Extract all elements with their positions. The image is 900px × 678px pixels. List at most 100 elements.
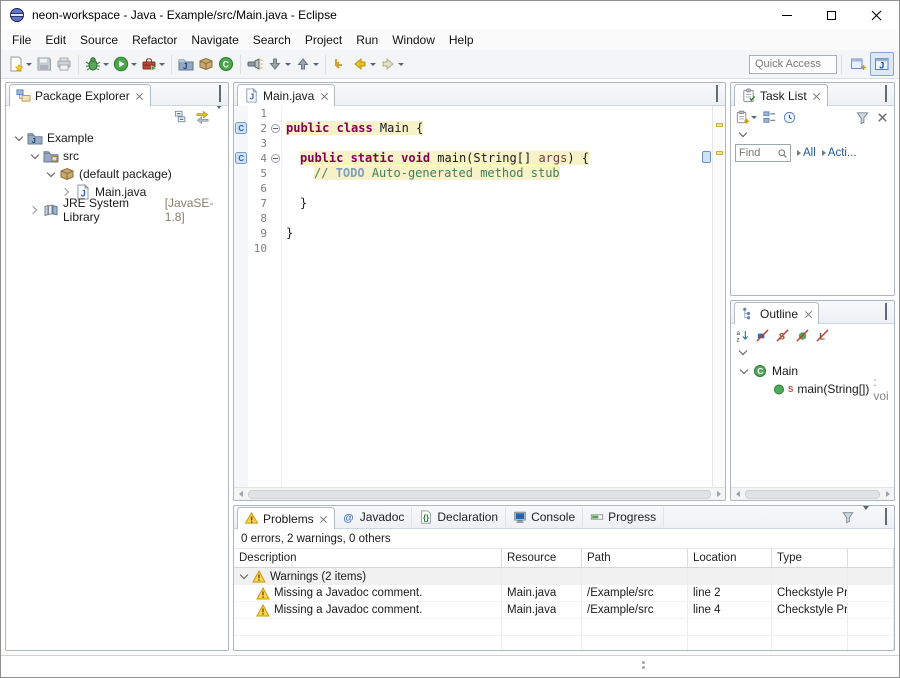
annotation-ruler[interactable]: C C [234,106,248,487]
new-java-project-button[interactable]: J [176,52,196,76]
code-line[interactable] [286,211,712,226]
java-perspective-button[interactable]: J [870,52,894,76]
task-list-tab[interactable]: Task List [734,84,828,106]
menu-project[interactable]: Project [298,31,349,49]
open-perspective-button[interactable] [846,52,870,76]
scroll-left-arrow[interactable] [234,488,247,500]
previous-annotation-button[interactable] [293,52,321,76]
new-java-package-button[interactable] [196,52,216,76]
checkstyle-warning-marker-icon[interactable]: C [235,152,247,164]
menu-source[interactable]: Source [73,31,125,49]
scroll-left-arrow[interactable] [731,488,744,500]
tab-javadoc[interactable]: @ Javadoc [335,507,413,527]
find-box[interactable] [735,144,791,162]
menu-navigate[interactable]: Navigate [184,31,245,49]
outline-item-class[interactable]: C Main [731,362,894,380]
code-line[interactable] [286,181,712,196]
warnings-group-row[interactable]: Warnings (2 items) [234,568,894,585]
chevron-down-icon[interactable] [739,367,748,376]
chevron-down-icon[interactable] [14,134,23,143]
code-line[interactable]: } [286,196,712,211]
scrollbar-thumb[interactable] [248,490,711,499]
editor-horizontal-scrollbar[interactable] [234,487,725,500]
column-header-location[interactable]: Location [688,548,772,568]
delete-task-button[interactable] [875,110,890,125]
menu-file[interactable]: File [5,31,38,49]
filter-all-link[interactable]: All [797,147,816,159]
maximize-view-button[interactable] [219,87,221,101]
last-edit-location-button[interactable] [330,52,350,76]
link-with-editor-button[interactable] [195,109,210,124]
new-java-class-button[interactable]: C [216,52,236,76]
view-menu-button[interactable] [216,109,222,123]
filters-button[interactable] [841,510,855,524]
maximize-view-button[interactable] [885,87,887,101]
view-menu-button[interactable] [863,510,869,524]
debug-button[interactable] [83,52,111,76]
overview-warning-mark[interactable] [716,123,723,127]
checkstyle-warning-marker-icon[interactable]: C [235,122,247,134]
tab-problems[interactable]: Problems [237,507,335,529]
package-explorer-tab[interactable]: Package Explorer [9,84,151,106]
column-header-type[interactable]: Type [772,548,848,568]
problem-row[interactable]: Missing a Javadoc comment. Main.java /Ex… [234,585,894,602]
maximize-view-button[interactable] [885,305,887,319]
collapse-all-button[interactable] [174,109,189,124]
overview-warning-mark[interactable] [716,151,723,155]
menu-run[interactable]: Run [349,31,385,49]
tab-progress[interactable]: Progress [583,507,664,527]
close-editor-icon[interactable] [320,92,328,100]
collapse-fold-icon[interactable] [271,124,280,133]
sort-button[interactable]: az [735,328,750,343]
hide-static-members-button[interactable]: S [775,328,790,343]
hide-local-types-button[interactable]: L [815,328,830,343]
hide-fields-button[interactable] [755,328,770,343]
filter-activate-link[interactable]: Acti... [822,147,857,159]
hide-non-public-button[interactable] [795,328,810,343]
outline-item-method[interactable]: S main(String[]) : voi [731,380,894,398]
menu-refactor[interactable]: Refactor [125,31,184,49]
code-editor[interactable]: public class Main { public static void m… [282,106,712,487]
external-tools-button[interactable] [139,52,167,76]
editor-tab-main-java[interactable]: J Main.java [237,84,335,106]
chevron-down-icon[interactable] [239,572,248,581]
close-view-icon[interactable] [813,92,821,100]
code-line[interactable] [286,241,712,256]
column-header-description[interactable]: Description [234,548,502,568]
forward-button[interactable] [378,52,406,76]
save-button[interactable] [34,52,54,76]
column-header-resource[interactable]: Resource [502,548,582,568]
new-wizard-button[interactable] [6,52,34,76]
overview-ruler[interactable] [712,106,725,487]
minimize-button[interactable] [764,1,809,29]
code-line[interactable]: public class Main { [286,121,712,136]
chevron-down-icon[interactable] [30,152,39,161]
menu-search[interactable]: Search [246,31,298,49]
tree-item-src[interactable]: src [6,147,228,165]
problem-row[interactable]: Missing a Javadoc comment. Main.java /Ex… [234,602,894,619]
close-view-icon[interactable] [804,310,812,318]
run-button[interactable] [111,52,139,76]
code-line[interactable] [286,106,712,121]
scrollbar-thumb[interactable] [745,490,880,499]
filter-tasks-button[interactable] [855,110,870,125]
code-line[interactable] [286,136,712,151]
close-view-icon[interactable] [320,515,328,523]
maximize-view-button[interactable] [885,510,887,524]
scheduled-view-button[interactable] [782,110,797,125]
menu-help[interactable]: Help [442,31,481,49]
maximize-button[interactable] [809,1,854,29]
find-input[interactable] [736,147,777,159]
column-header-path[interactable]: Path [582,548,688,568]
outline-horizontal-scrollbar[interactable] [731,487,894,500]
categorized-view-button[interactable] [762,110,777,125]
outline-tab[interactable]: Outline [734,302,819,324]
back-button[interactable] [350,52,378,76]
scroll-right-arrow[interactable] [712,488,725,500]
close-button[interactable] [854,1,899,29]
next-annotation-button[interactable] [265,52,293,76]
print-button[interactable] [54,52,74,76]
quick-access-box[interactable]: Quick Access [749,55,837,74]
tab-declaration[interactable]: {} Declaration [412,507,506,527]
tab-console[interactable]: Console [506,507,583,527]
